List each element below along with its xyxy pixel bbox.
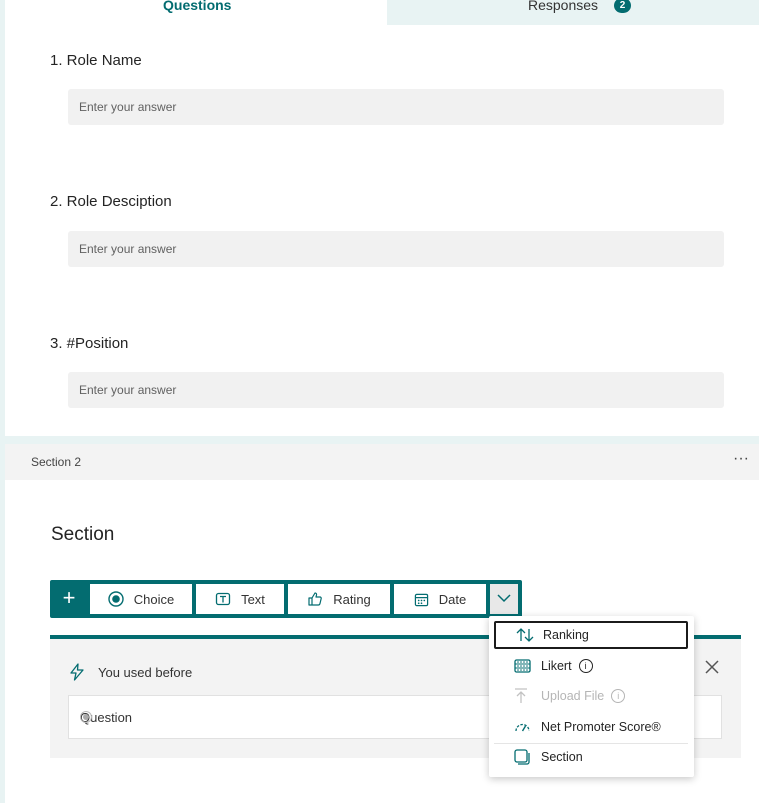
choice-button[interactable]: Choice: [90, 584, 192, 614]
close-icon[interactable]: [704, 659, 720, 680]
question-type-menu: Ranking Likert i Upload File i Net Promo…: [489, 616, 694, 777]
date-button[interactable]: Date: [394, 584, 486, 614]
menu-item-ranking[interactable]: Ranking: [494, 621, 688, 649]
sort-arrows-icon: [516, 628, 534, 642]
question-title: 3. #Position: [50, 335, 129, 352]
menu-item-likert[interactable]: Likert i: [494, 652, 688, 680]
rating-label: Rating: [333, 591, 371, 607]
text-button[interactable]: Text: [196, 584, 284, 614]
answer-placeholder: Enter your answer: [79, 100, 177, 114]
section-icon: [514, 749, 532, 765]
section-header-label: Section 2: [31, 455, 82, 469]
answer-placeholder: Enter your answer: [79, 242, 177, 256]
radio-icon: [108, 591, 124, 607]
date-label: Date: [438, 591, 467, 607]
upload-file-label: Upload File: [541, 689, 605, 703]
question-title: 1. Role Name: [50, 52, 142, 69]
used-before-label[interactable]: You used before: [98, 665, 192, 680]
answer-input[interactable]: Enter your answer: [68, 89, 724, 125]
menu-item-section[interactable]: Section: [494, 743, 688, 771]
likert-label: Likert: [541, 659, 572, 673]
tab-responses[interactable]: Responses 2: [387, 0, 759, 25]
text-label: Text: [241, 591, 265, 607]
lightning-icon: [69, 663, 85, 686]
add-question-toolbar: + Choice Text Rating Date: [50, 580, 522, 618]
grid-icon: [514, 659, 532, 673]
add-new-button[interactable]: +: [50, 580, 88, 618]
gauge-icon: [514, 721, 532, 733]
more-question-types-button[interactable]: [490, 584, 518, 614]
answer-input[interactable]: Enter your answer: [68, 231, 724, 267]
answer-placeholder: Enter your answer: [79, 383, 177, 397]
ranking-label: Ranking: [543, 628, 589, 642]
thumbs-up-icon: [307, 591, 323, 607]
calendar-icon: [414, 592, 429, 607]
section-header-bar: Section 2 ···: [5, 444, 759, 480]
net-promoter-score-label: Net Promoter Score®: [541, 720, 661, 734]
section-title[interactable]: Section: [51, 524, 114, 546]
question-title: 2. Role Desciption: [50, 193, 172, 210]
chevron-down-icon: [497, 590, 511, 608]
more-options-icon[interactable]: ···: [733, 450, 749, 468]
section-label: Section: [541, 750, 583, 764]
text-box-icon: [215, 591, 231, 607]
rating-button[interactable]: Rating: [288, 584, 390, 614]
radio-icon: [80, 711, 92, 723]
choice-label: Choice: [133, 591, 175, 607]
menu-item-upload-file: Upload File i: [494, 682, 688, 710]
info-icon: i: [611, 689, 626, 703]
tab-questions[interactable]: Questions: [5, 0, 387, 25]
info-icon[interactable]: i: [578, 659, 593, 673]
tab-responses-label: Responses: [528, 0, 599, 13]
tab-questions-label: Questions: [163, 0, 232, 13]
menu-item-net-promoter-score[interactable]: Net Promoter Score®: [494, 713, 688, 741]
upload-icon: [514, 688, 532, 704]
left-rail: [0, 0, 5, 803]
section-divider: [5, 436, 759, 444]
responses-count-badge: 2: [614, 0, 631, 13]
answer-input[interactable]: Enter your answer: [68, 372, 724, 408]
tab-bar: Questions Responses 2: [5, 0, 759, 25]
